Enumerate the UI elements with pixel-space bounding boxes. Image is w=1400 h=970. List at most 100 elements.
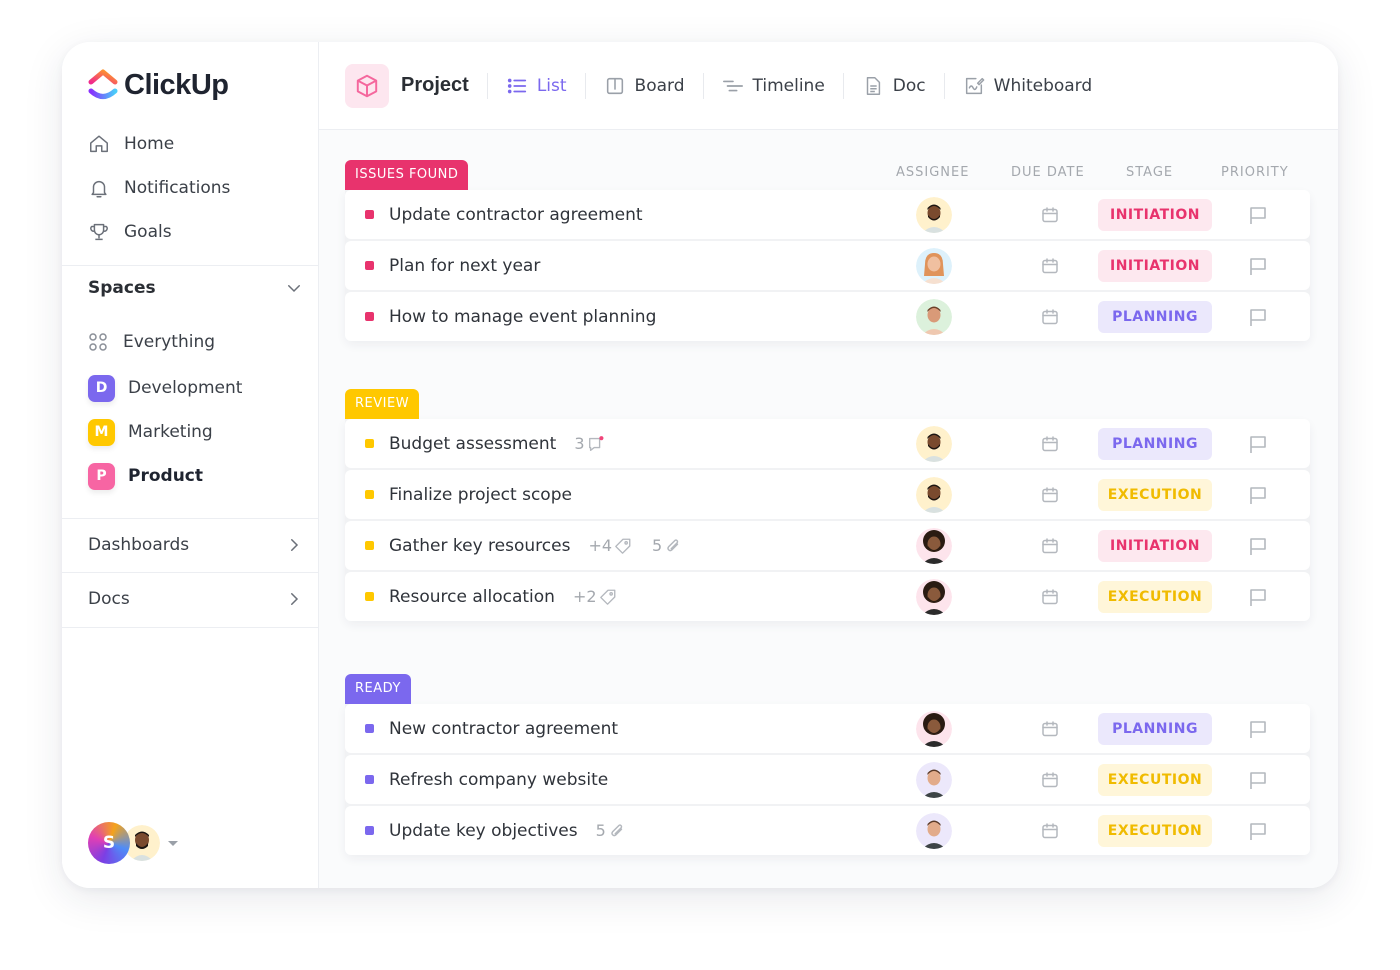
space-everything[interactable]: Everything — [88, 324, 242, 360]
group-rows: Budget assessment 3 PLANNING Finalize proje… — [345, 419, 1310, 621]
task-row[interactable]: Gather key resources +4 5 INITIATION — [345, 521, 1310, 570]
stage-badge[interactable]: EXECUTION — [1098, 478, 1212, 511]
stage-badge[interactable]: PLANNING — [1098, 300, 1212, 333]
calendar-icon[interactable] — [1040, 434, 1060, 454]
task-name[interactable]: Budget assessment — [389, 434, 556, 454]
flag-icon[interactable] — [1247, 484, 1269, 506]
calendar-icon[interactable] — [1040, 307, 1060, 327]
task-name[interactable]: Finalize project scope — [389, 485, 572, 505]
calendar-icon[interactable] — [1040, 770, 1060, 790]
nav-home[interactable]: Home — [88, 122, 230, 166]
task-name[interactable]: New contractor agreement — [389, 719, 618, 739]
tab-board[interactable]: Board — [586, 66, 703, 106]
flag-icon[interactable] — [1247, 586, 1269, 608]
task-row[interactable]: Update key objectives 5 EXECUTION — [345, 806, 1310, 855]
clickup-logo[interactable]: ClickUp — [88, 68, 229, 102]
calendar-icon[interactable] — [1040, 205, 1060, 225]
nav-dashboards[interactable]: Dashboards — [88, 518, 303, 572]
chevron-down-icon[interactable] — [285, 279, 303, 297]
nav-notifications[interactable]: Notifications — [88, 166, 230, 210]
assignee-avatar[interactable] — [916, 196, 952, 233]
tag-count-value: +2 — [572, 587, 597, 606]
flag-icon[interactable] — [1247, 535, 1269, 557]
attachment-count[interactable]: 5 — [652, 536, 682, 555]
task-row[interactable]: Finalize project scope EXECUTION — [345, 470, 1310, 519]
task-row[interactable]: Update contractor agreement INITIATION — [345, 190, 1310, 239]
assignee-avatar[interactable] — [916, 578, 952, 615]
assignee-avatar[interactable] — [916, 761, 952, 798]
group-status-label[interactable]: REVIEW — [345, 389, 420, 419]
space-product[interactable]: P Product — [88, 454, 242, 498]
nav-goals[interactable]: Goals — [88, 210, 230, 254]
stage-badge[interactable]: INITIATION — [1098, 249, 1212, 282]
calendar-icon[interactable] — [1040, 256, 1060, 276]
user-menu[interactable]: S — [88, 822, 178, 864]
tab-doc[interactable]: Doc — [844, 66, 944, 106]
space-development[interactable]: D Development — [88, 366, 242, 410]
task-row[interactable]: Budget assessment 3 PLANNING — [345, 419, 1310, 468]
flag-icon[interactable] — [1247, 769, 1269, 791]
flag-icon[interactable] — [1247, 255, 1269, 277]
status-indicator[interactable] — [365, 541, 374, 550]
status-indicator[interactable] — [365, 592, 374, 601]
calendar-icon[interactable] — [1040, 821, 1060, 841]
assignee-avatar[interactable] — [916, 812, 952, 849]
task-row[interactable]: Resource allocation +2 EXECUTION — [345, 572, 1310, 621]
flag-icon[interactable] — [1247, 718, 1269, 740]
tab-list[interactable]: List — [488, 66, 585, 106]
group-status-label[interactable]: READY — [345, 674, 411, 704]
grid-dots-icon — [89, 333, 107, 351]
space-marketing[interactable]: M Marketing — [88, 410, 242, 454]
status-indicator[interactable] — [365, 210, 374, 219]
stage-badge[interactable]: PLANNING — [1098, 712, 1212, 745]
calendar-icon[interactable] — [1040, 485, 1060, 505]
tab-whiteboard[interactable]: Whiteboard — [945, 66, 1111, 106]
tag-count[interactable]: +2 — [573, 587, 617, 606]
task-row[interactable]: How to manage event planning PLANNING — [345, 292, 1310, 341]
status-indicator[interactable] — [365, 826, 374, 835]
attachment-count[interactable]: 5 — [596, 821, 626, 840]
task-name[interactable]: How to manage event planning — [389, 307, 656, 327]
task-name[interactable]: Plan for next year — [389, 256, 540, 276]
main-panel: Project List Board Timeline Doc Whiteboa… — [319, 42, 1338, 888]
task-name[interactable]: Update contractor agreement — [389, 205, 643, 225]
calendar-icon[interactable] — [1040, 719, 1060, 739]
stage-badge[interactable]: INITIATION — [1098, 198, 1212, 231]
task-name[interactable]: Resource allocation — [389, 587, 555, 607]
task-name[interactable]: Gather key resources — [389, 536, 570, 556]
flag-icon[interactable] — [1247, 820, 1269, 842]
task-name[interactable]: Update key objectives — [389, 821, 578, 841]
status-indicator[interactable] — [365, 490, 374, 499]
flag-icon[interactable] — [1247, 204, 1269, 226]
stage-badge[interactable]: PLANNING — [1098, 427, 1212, 460]
tab-timeline[interactable]: Timeline — [704, 66, 843, 106]
flag-icon[interactable] — [1247, 433, 1269, 455]
task-name[interactable]: Refresh company website — [389, 770, 608, 790]
status-indicator[interactable] — [365, 724, 374, 733]
stage-badge[interactable]: EXECUTION — [1098, 580, 1212, 613]
task-row[interactable]: Plan for next year INITIATION — [345, 241, 1310, 290]
task-row[interactable]: New contractor agreement PLANNING — [345, 704, 1310, 753]
status-indicator[interactable] — [365, 261, 374, 270]
assignee-avatar[interactable] — [916, 527, 952, 564]
status-indicator[interactable] — [365, 775, 374, 784]
comment-count[interactable]: 3 — [574, 434, 604, 453]
assignee-avatar[interactable] — [916, 710, 952, 747]
calendar-icon[interactable] — [1040, 536, 1060, 556]
stage-badge[interactable]: EXECUTION — [1098, 763, 1212, 796]
assignee-avatar[interactable] — [916, 298, 952, 335]
assignee-avatar[interactable] — [916, 247, 952, 284]
task-row[interactable]: Refresh company website EXECUTION — [345, 755, 1310, 804]
assignee-avatar[interactable] — [916, 476, 952, 513]
group-status-label[interactable]: ISSUES FOUND — [345, 160, 469, 190]
spaces-header[interactable]: Spaces — [88, 278, 303, 298]
flag-icon[interactable] — [1247, 306, 1269, 328]
stage-badge[interactable]: EXECUTION — [1098, 814, 1212, 847]
stage-badge[interactable]: INITIATION — [1098, 529, 1212, 562]
tag-count[interactable]: +4 — [588, 536, 632, 555]
status-indicator[interactable] — [365, 312, 374, 321]
calendar-icon[interactable] — [1040, 587, 1060, 607]
nav-docs[interactable]: Docs — [88, 572, 303, 626]
status-indicator[interactable] — [365, 439, 374, 448]
assignee-avatar[interactable] — [916, 425, 952, 462]
